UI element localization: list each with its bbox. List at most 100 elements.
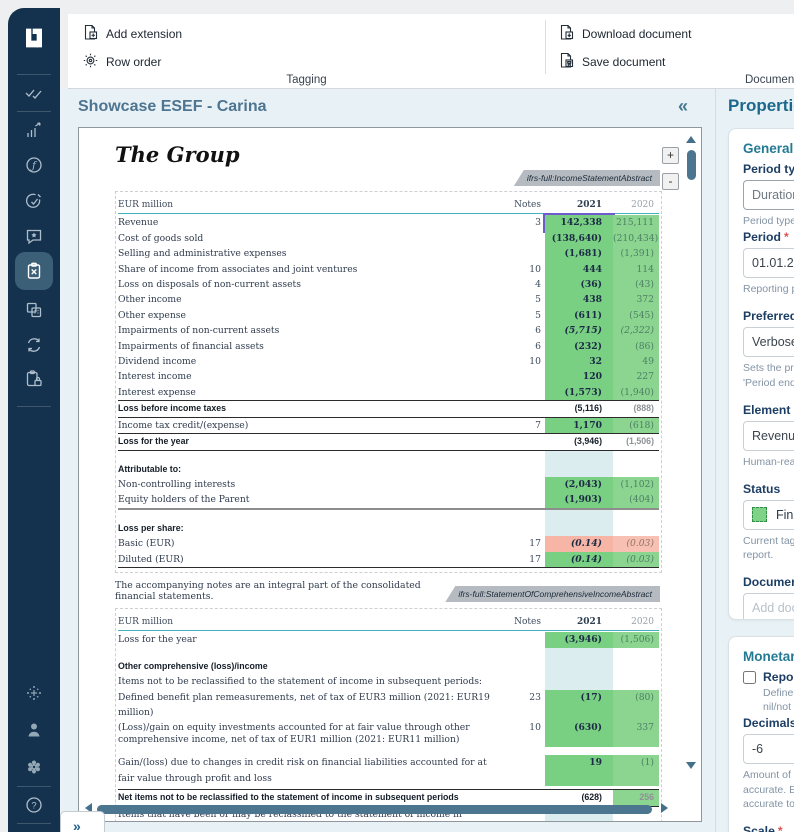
fact-cell-2021[interactable] bbox=[545, 462, 613, 477]
help-icon[interactable]: ? bbox=[8, 788, 60, 822]
fact-cell-2020[interactable]: (888) bbox=[613, 401, 659, 416]
horizontal-scrollbar-thumb[interactable] bbox=[97, 805, 652, 814]
fact-cell-2021[interactable]: 1,170 bbox=[545, 418, 613, 433]
xbrl-tag-chip[interactable]: ifrs-full:StatementOfComprehensiveIncome… bbox=[445, 586, 660, 602]
collapse-panel-icon[interactable]: « bbox=[678, 96, 688, 117]
fact-cell-2021[interactable] bbox=[545, 674, 613, 689]
chart-trend-icon[interactable] bbox=[8, 113, 60, 147]
fact-cell-2021[interactable] bbox=[545, 510, 613, 521]
sync-icon[interactable] bbox=[8, 328, 60, 362]
fact-cell-2020[interactable]: (43) bbox=[613, 277, 659, 292]
fact-cell-2021[interactable]: (5,715) bbox=[545, 323, 613, 338]
fact-cell-2021[interactable]: (5,116) bbox=[545, 401, 613, 416]
element-label-input[interactable] bbox=[743, 421, 794, 451]
fact-cell-2021[interactable] bbox=[545, 648, 613, 659]
vertical-scrollbar-thumb[interactable] bbox=[687, 150, 696, 180]
sidebar-expand-icon[interactable]: » bbox=[8, 825, 60, 832]
xbrl-tag-chip[interactable]: ifrs-full:IncomeStatementAbstract bbox=[514, 170, 660, 186]
download-document-button[interactable]: Download document bbox=[558, 24, 691, 44]
fact-cell-2021[interactable] bbox=[545, 521, 613, 536]
fact-cell-2021[interactable]: (0.14) bbox=[545, 552, 613, 567]
fact-cell-2021[interactable]: (17) bbox=[545, 690, 613, 721]
fact-cell-2020[interactable]: (86) bbox=[613, 339, 659, 354]
fact-cell-2020[interactable]: 372 bbox=[613, 292, 659, 307]
fact-cell-2021[interactable]: 120 bbox=[545, 369, 613, 384]
fact-cell-2020[interactable]: (1) bbox=[613, 755, 659, 786]
fact-cell-2021[interactable]: (36) bbox=[545, 277, 613, 292]
fact-cell-2020[interactable]: 227 bbox=[613, 369, 659, 384]
scroll-right-arrow[interactable] bbox=[661, 803, 668, 813]
fact-cell-2021[interactable] bbox=[545, 659, 613, 674]
fact-cell-2020[interactable]: 337 bbox=[613, 720, 659, 747]
fact-cell-2020[interactable]: (1,391) bbox=[613, 246, 659, 261]
app-logo-icon[interactable] bbox=[18, 22, 50, 54]
fact-cell-2020[interactable] bbox=[613, 521, 659, 536]
period-input[interactable] bbox=[743, 248, 794, 278]
pen-check-icon[interactable] bbox=[8, 184, 60, 218]
fact-cell-2020[interactable]: (404) bbox=[613, 492, 659, 507]
user-icon[interactable] bbox=[8, 713, 60, 747]
fact-cell-2020[interactable]: (210,434) bbox=[613, 231, 659, 246]
fact-cell-2020[interactable]: (1,102) bbox=[613, 477, 659, 492]
fact-cell-2020[interactable]: (0.03) bbox=[613, 536, 659, 551]
period-type-input[interactable] bbox=[743, 180, 794, 210]
fact-cell-2020[interactable]: 114 bbox=[613, 262, 659, 277]
save-document-button[interactable]: Save document bbox=[558, 52, 665, 72]
add-extension-button[interactable]: Add extension bbox=[82, 24, 182, 44]
function-icon[interactable]: ƒ bbox=[8, 148, 60, 182]
fact-cell-2021[interactable]: (611) bbox=[545, 308, 613, 323]
zoom-in-button[interactable]: + bbox=[662, 147, 679, 164]
settings-flower-icon[interactable] bbox=[8, 750, 60, 784]
fact-cell-2020[interactable] bbox=[613, 462, 659, 477]
ai-sparkle-icon[interactable] bbox=[8, 676, 60, 710]
bottom-panel-expander[interactable]: » bbox=[60, 811, 105, 832]
fact-cell-2020[interactable]: (0.03) bbox=[613, 552, 659, 567]
fact-cell-2021[interactable]: (232) bbox=[545, 339, 613, 354]
fact-cell-2020[interactable]: (2,322) bbox=[613, 323, 659, 338]
fact-cell-2021[interactable]: (630) bbox=[545, 720, 613, 747]
report-checkbox[interactable] bbox=[743, 671, 756, 684]
fact-cell-2021[interactable]: (3,946) bbox=[545, 434, 613, 449]
clipboard-lock-icon[interactable] bbox=[8, 362, 60, 396]
fact-cell-2020[interactable] bbox=[613, 510, 659, 521]
fact-cell-2021[interactable]: 438 bbox=[545, 292, 613, 307]
fact-cell-2021[interactable]: (1,903) bbox=[545, 492, 613, 507]
devices-copy-icon[interactable] bbox=[8, 293, 60, 327]
fact-cell-2020[interactable] bbox=[613, 648, 659, 659]
fact-cell-2020[interactable]: (80) bbox=[613, 690, 659, 721]
decimals-input[interactable] bbox=[743, 734, 794, 764]
fact-cell-2021[interactable]: 142,338 bbox=[545, 215, 613, 230]
tasks-check-icon[interactable] bbox=[8, 76, 60, 110]
fact-cell-2021[interactable]: (1,573) bbox=[545, 385, 613, 400]
fact-cell-2021[interactable]: (138,640) bbox=[545, 231, 613, 246]
fact-cell-2020[interactable] bbox=[613, 674, 659, 689]
fact-cell-2020[interactable]: (1,940) bbox=[613, 385, 659, 400]
fact-cell-2020[interactable]: (1,506) bbox=[613, 632, 659, 647]
fact-cell-2021[interactable]: (628) bbox=[545, 790, 613, 805]
fact-cell-2020[interactable] bbox=[613, 451, 659, 462]
fact-cell-2020[interactable]: 256 bbox=[613, 790, 659, 805]
fact-cell-2020[interactable]: 215,111 bbox=[613, 215, 659, 230]
clipboard-tagging-icon[interactable] bbox=[8, 254, 60, 288]
preferred-label-input[interactable] bbox=[743, 327, 794, 357]
comment-star-icon[interactable] bbox=[8, 219, 60, 253]
scroll-up-arrow[interactable] bbox=[686, 136, 696, 143]
fact-cell-2020[interactable]: 49 bbox=[613, 354, 659, 369]
fact-cell-2021[interactable]: (2,043) bbox=[545, 477, 613, 492]
fact-cell-2021[interactable]: 19 bbox=[545, 755, 613, 786]
fact-cell-2020[interactable]: (545) bbox=[613, 308, 659, 323]
fact-cell-2020[interactable]: (618) bbox=[613, 418, 659, 433]
fact-cell-2020[interactable]: (1,506) bbox=[613, 434, 659, 449]
fact-cell-2021[interactable]: (3,946) bbox=[545, 632, 613, 647]
zoom-out-button[interactable]: - bbox=[662, 173, 679, 190]
fact-cell-2021[interactable]: 32 bbox=[545, 354, 613, 369]
row-order-button[interactable]: Row order bbox=[82, 52, 161, 72]
documentation-input[interactable] bbox=[743, 593, 794, 620]
scroll-down-arrow[interactable] bbox=[686, 762, 696, 769]
fact-cell-2021[interactable]: (1,681) bbox=[545, 246, 613, 261]
status-select[interactable]: Final bbox=[743, 500, 794, 530]
fact-cell-2021[interactable]: (0.14) bbox=[545, 536, 613, 551]
fact-cell-2021[interactable] bbox=[545, 451, 613, 462]
fact-cell-2020[interactable] bbox=[613, 659, 659, 674]
fact-cell-2021[interactable]: 444 bbox=[545, 262, 613, 277]
